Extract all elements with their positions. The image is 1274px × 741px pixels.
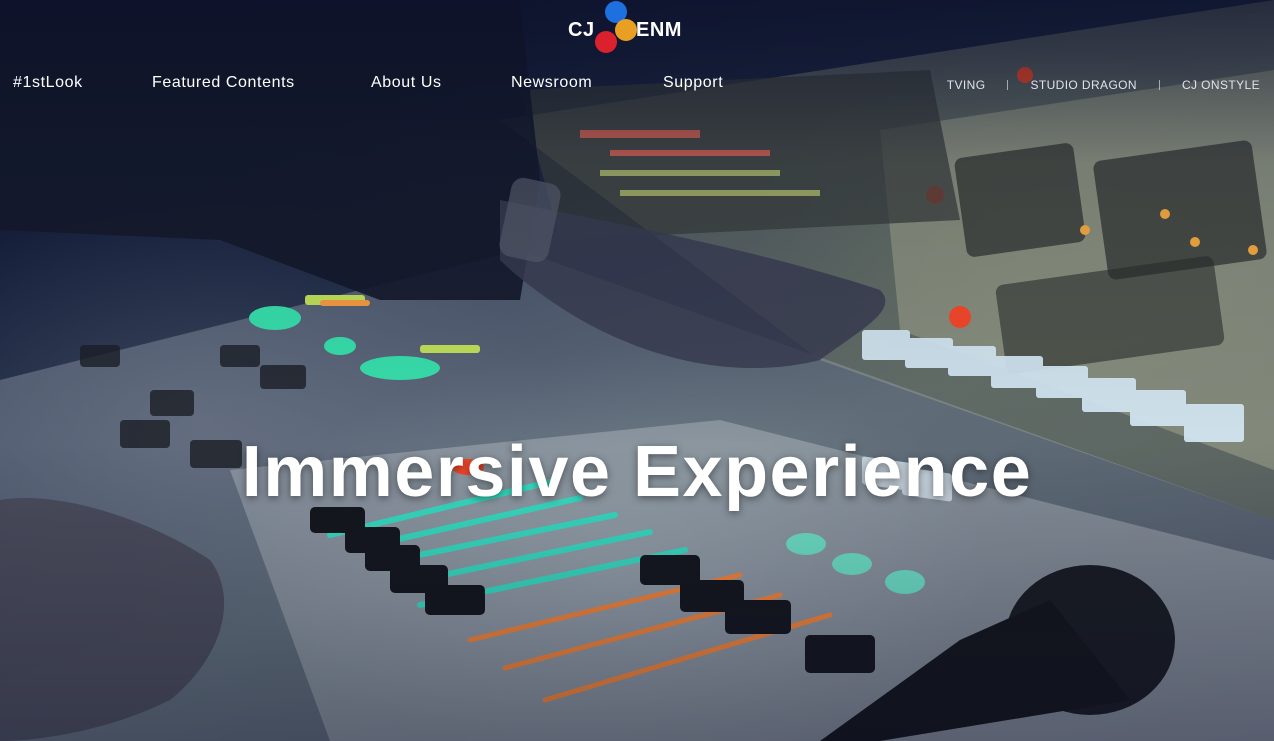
logo-text-enm: ENM <box>636 19 682 41</box>
logo-petal-red <box>595 31 617 53</box>
affiliate-divider <box>1158 80 1160 90</box>
nav-item-support[interactable]: Support <box>663 74 723 92</box>
hero-overlay <box>0 0 1274 741</box>
affiliate-link-cj-onstyle[interactable]: CJ ONSTYLE <box>1182 78 1260 92</box>
nav-item-1stlook[interactable]: #1stLook <box>13 74 83 92</box>
hero-headline: Immersive Experience <box>241 432 1033 513</box>
affiliate-nav: TVING STUDIO DRAGON CJ ONSTYLE <box>947 77 1260 93</box>
nav-item-newsroom[interactable]: Newsroom <box>511 74 592 92</box>
affiliate-divider <box>1007 80 1009 90</box>
logo-petal-orange <box>615 19 637 41</box>
nav-item-about-us[interactable]: About Us <box>371 74 442 92</box>
logo-petal-icon <box>595 1 637 53</box>
nav-item-featured-contents[interactable]: Featured Contents <box>152 74 295 92</box>
cj-enm-logo[interactable]: CJ ENM <box>568 0 688 58</box>
affiliate-link-studio-dragon[interactable]: STUDIO DRAGON <box>1030 78 1137 92</box>
hero-section: CJ ENM #1stLook Featured Contents About … <box>0 0 1274 741</box>
affiliate-link-tving[interactable]: TVING <box>947 78 986 92</box>
